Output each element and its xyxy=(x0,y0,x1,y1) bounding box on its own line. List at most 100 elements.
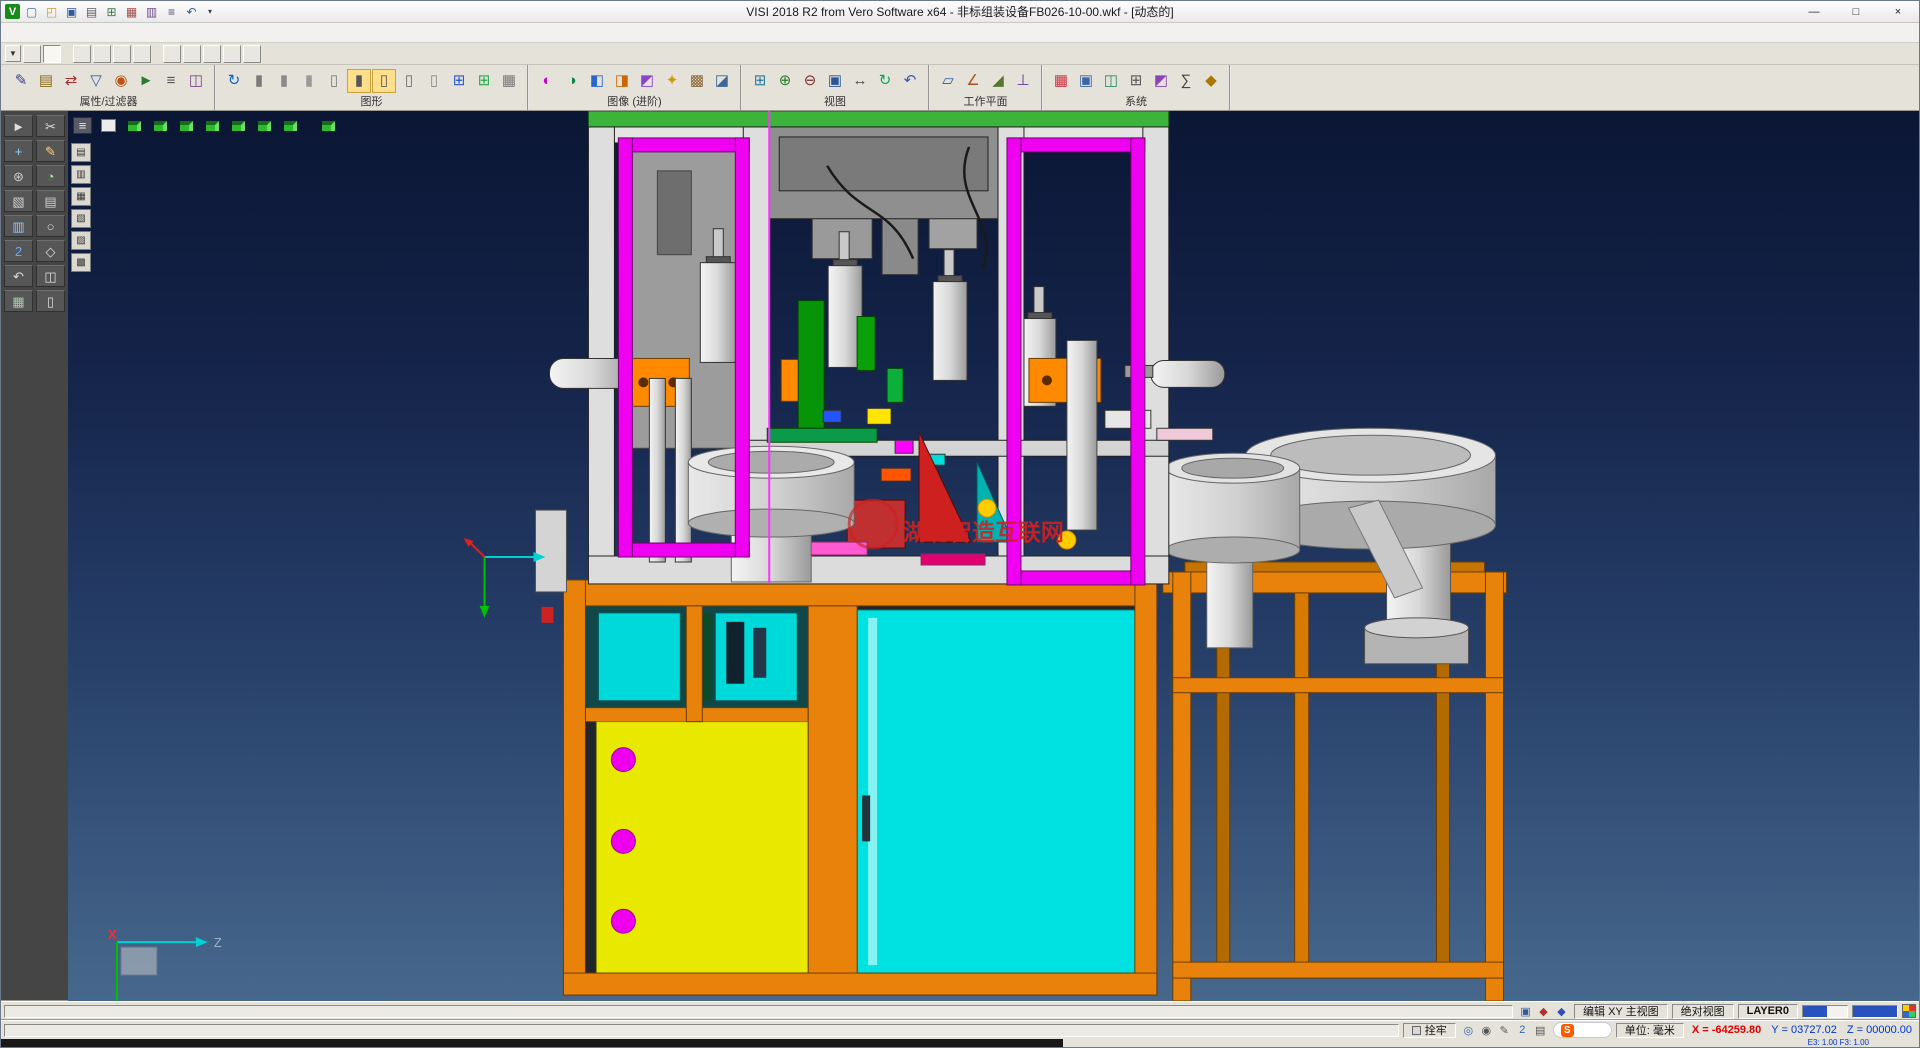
tab-standard[interactable] xyxy=(43,45,61,63)
tab-edit[interactable] xyxy=(23,45,41,63)
trim-scissors-icon[interactable]: ✂ xyxy=(36,115,65,137)
tab-flow[interactable] xyxy=(243,45,261,63)
line-type-icon[interactable]: ▮ xyxy=(272,69,296,93)
background-icon[interactable]: ◪ xyxy=(710,69,734,93)
machine-3d-model[interactable]: X Z 湖北智造互联网 xyxy=(68,111,1919,1001)
pan-view-icon[interactable]: ↔ xyxy=(848,69,872,93)
view-menu-button[interactable]: ≡ xyxy=(71,115,94,136)
tab-surface[interactable] xyxy=(113,45,131,63)
snap-point-icon[interactable]: + xyxy=(4,140,33,162)
view-dynamic-button[interactable] xyxy=(317,115,340,136)
chart-icon[interactable]: ▥ xyxy=(142,3,161,21)
lock-icon[interactable]: ◉ xyxy=(1478,1022,1495,1038)
view-bottom-button[interactable] xyxy=(253,115,276,136)
calculator-icon[interactable]: ∑ xyxy=(1174,69,1198,93)
tab-dropdown-button[interactable]: ▼ xyxy=(5,45,21,62)
grid-snap-icon[interactable]: ⊞ xyxy=(447,69,471,93)
clipboard-icon[interactable]: ▯ xyxy=(36,290,65,312)
assembly-stack-icon[interactable]: ▥ xyxy=(4,215,33,237)
select-tool-icon[interactable]: ► xyxy=(4,115,33,137)
status-end-icon[interactable] xyxy=(1902,1004,1916,1018)
screen-layout-icon[interactable]: ▣ xyxy=(1074,69,1098,93)
pattern-grid-icon[interactable]: ▦ xyxy=(4,290,33,312)
view-top-button[interactable] xyxy=(123,115,146,136)
section-view-icon[interactable]: ◩ xyxy=(635,69,659,93)
cylinder-icon[interactable]: ○ xyxy=(36,215,65,237)
display-mode-icon[interactable]: ▣ xyxy=(1517,1003,1534,1019)
workplane-standard-icon[interactable]: ▱ xyxy=(936,69,960,93)
workplane-normal-icon[interactable]: ⊥ xyxy=(1011,69,1035,93)
layers-icon[interactable]: ≡ xyxy=(162,3,181,21)
render-wireframe-icon[interactable]: ◑ xyxy=(560,69,584,93)
lighting-icon[interactable]: ✦ xyxy=(660,69,684,93)
quick-pick-5-icon[interactable]: ▨ xyxy=(71,231,91,250)
rotate-view-icon[interactable]: ↻ xyxy=(873,69,897,93)
materials-icon[interactable]: ◩ xyxy=(1149,69,1173,93)
tab-machining[interactable] xyxy=(223,45,241,63)
view-shaded-button[interactable] xyxy=(97,115,120,136)
annotate-2-icon[interactable]: 2 xyxy=(4,240,33,262)
clear-filter-icon[interactable]: ◫ xyxy=(184,69,208,93)
edit-pencil-icon[interactable]: ✎ xyxy=(1496,1022,1513,1038)
palette-icon[interactable]: ▦ xyxy=(122,3,141,21)
magnet-filter-icon[interactable]: ◉ xyxy=(109,69,133,93)
quick-access-dropdown[interactable]: ▾ xyxy=(203,3,217,21)
wireframe-toggle-icon[interactable]: ▯ xyxy=(372,69,396,93)
workplane-angle-icon[interactable]: ∠ xyxy=(961,69,985,93)
zoom-in-icon[interactable]: ⊕ xyxy=(773,69,797,93)
minimize-button[interactable]: — xyxy=(1793,1,1835,22)
undo-arrow-icon[interactable]: ↶ xyxy=(4,265,33,287)
pick-arrow-icon[interactable]: ► xyxy=(134,69,158,93)
edit-properties-icon[interactable]: ✎ xyxy=(9,69,33,93)
undo-icon[interactable]: ↶ xyxy=(182,3,201,21)
zoom-extents-icon[interactable]: ▣ xyxy=(823,69,847,93)
options-icon[interactable]: ⊞ xyxy=(1124,69,1148,93)
swap-filter-icon[interactable]: ⇄ xyxy=(59,69,83,93)
close-button[interactable]: × xyxy=(1877,1,1919,22)
measure-icon[interactable]: ◔ xyxy=(36,165,65,187)
about-icon[interactable]: ◆ xyxy=(1199,69,1223,93)
shaded-toggle-icon[interactable]: ▮ xyxy=(347,69,371,93)
redraw-icon[interactable]: ↻ xyxy=(222,69,246,93)
view-left-button[interactable] xyxy=(201,115,224,136)
grid-mode-icon[interactable]: ◆ xyxy=(1553,1003,1570,1019)
new-file-icon[interactable]: ▢ xyxy=(22,3,41,21)
sheet-icon[interactable]: ▤ xyxy=(36,190,65,212)
copy-icon[interactable]: ◫ xyxy=(36,265,65,287)
quick-pick-6-icon[interactable]: ▩ xyxy=(71,253,91,272)
tab-application[interactable] xyxy=(163,45,181,63)
render-hidden-icon[interactable]: ◧ xyxy=(585,69,609,93)
grid-display-icon[interactable]: ⊞ xyxy=(472,69,496,93)
tab-wireframe[interactable] xyxy=(73,45,91,63)
snap-mode-icon[interactable]: ◆ xyxy=(1535,1003,1552,1019)
solid-box-icon[interactable]: ▧ xyxy=(4,190,33,212)
texture-icon[interactable]: ▩ xyxy=(685,69,709,93)
workplane-face-icon[interactable]: ◢ xyxy=(986,69,1010,93)
settings-gear-icon[interactable]: ⊛ xyxy=(4,165,33,187)
match-properties-icon[interactable]: ▤ xyxy=(34,69,58,93)
probe-icon[interactable]: ◇ xyxy=(36,240,65,262)
absolute-view-button[interactable]: 绝对视图 xyxy=(1672,1004,1734,1019)
tab-dimension[interactable] xyxy=(133,45,151,63)
zoom-window-icon[interactable]: ⊞ xyxy=(748,69,772,93)
tab-molding[interactable] xyxy=(183,45,201,63)
print-status-icon[interactable]: ▤ xyxy=(1532,1022,1549,1038)
maximize-button[interactable]: □ xyxy=(1835,1,1877,22)
render-shaded-icon[interactable]: ◐ xyxy=(535,69,559,93)
view-settings-icon[interactable]: ⊞ xyxy=(102,3,121,21)
layer-list-icon[interactable]: ≡ xyxy=(159,69,183,93)
ghost-view-icon[interactable]: ▯ xyxy=(422,69,446,93)
quick-pick-1-icon[interactable]: ▤ xyxy=(71,143,91,162)
quick-pick-3-icon[interactable]: ▦ xyxy=(71,187,91,206)
help-2-icon[interactable]: 2 xyxy=(1514,1022,1531,1038)
view-back-button[interactable] xyxy=(227,115,250,136)
tab-stamping[interactable] xyxy=(203,45,221,63)
left-panel-insert[interactable] xyxy=(657,171,691,255)
print-icon[interactable]: ▤ xyxy=(82,3,101,21)
workplane-indicator[interactable]: 编辑 XY 主视图 xyxy=(1574,1004,1668,1019)
layer-indicator[interactable]: LAYER0 xyxy=(1738,1004,1798,1019)
quick-pick-2-icon[interactable]: ▥ xyxy=(71,165,91,184)
sketch-pencil-icon[interactable]: ✎ xyxy=(36,140,65,162)
line-width-icon[interactable]: ▮ xyxy=(297,69,321,93)
ime-logo-icon[interactable]: S xyxy=(1561,1024,1574,1037)
